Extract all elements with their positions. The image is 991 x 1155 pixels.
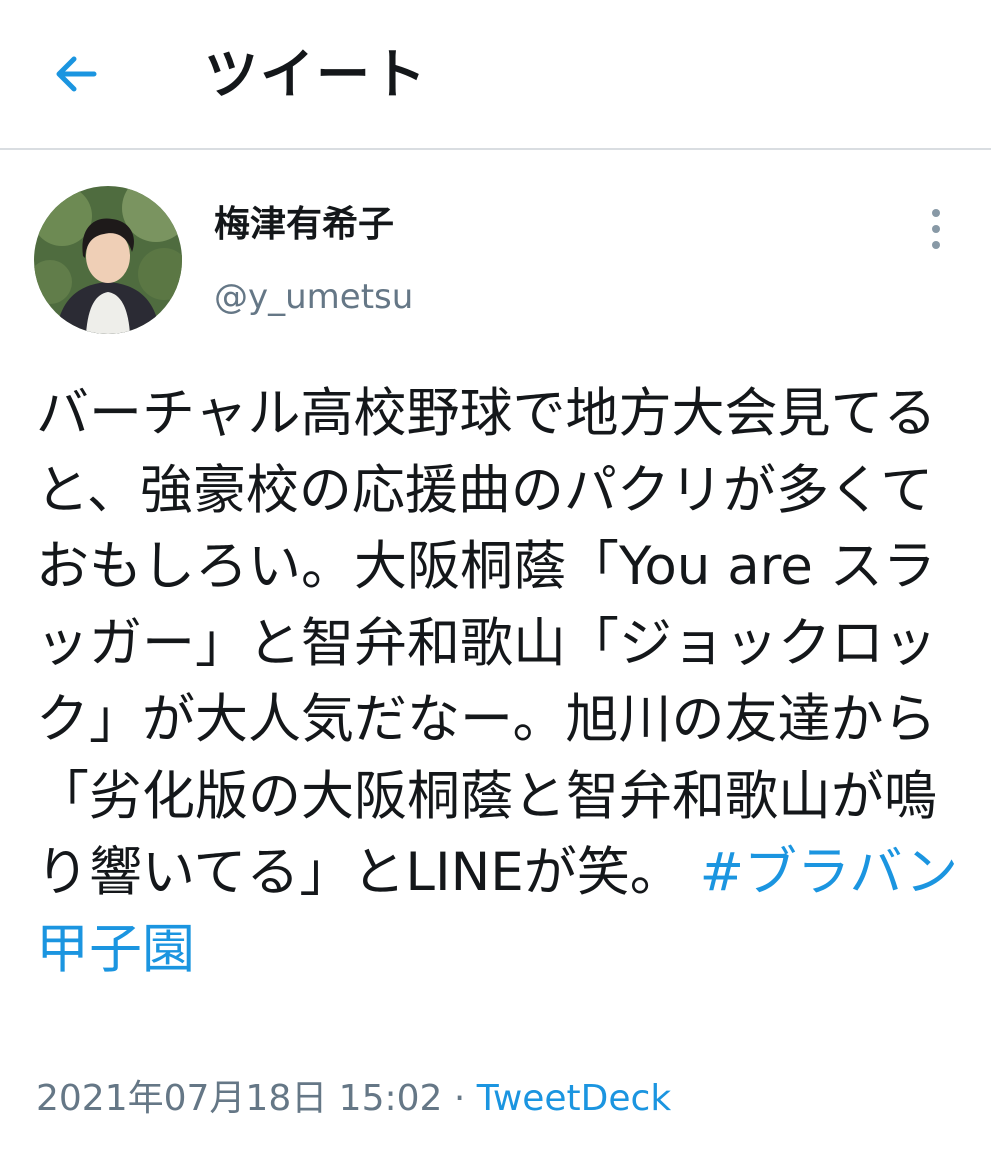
author-avatar[interactable] bbox=[34, 186, 182, 334]
tweet-timestamp: 2021年07月18日 15:02 bbox=[36, 1078, 443, 1119]
more-options-button[interactable] bbox=[916, 204, 956, 254]
author-display-name[interactable]: 梅津有希子 bbox=[214, 200, 394, 250]
more-vertical-icon bbox=[932, 209, 940, 217]
author-handle[interactable]: @y_umetsu bbox=[214, 272, 413, 322]
page-title: ツイート bbox=[204, 43, 428, 106]
arrow-left-icon bbox=[52, 50, 100, 102]
tweet-body: バーチャル高校野球で地方大会見てると、強豪校の応援曲のパクリが多くておもしろい。… bbox=[36, 376, 966, 988]
tweet-text: バーチャル高校野球で地方大会見てると、強豪校の応援曲のパクリが多くておもしろい。… bbox=[36, 383, 937, 903]
top-app-bar: ツイート bbox=[0, 0, 991, 150]
back-button[interactable] bbox=[44, 44, 108, 108]
tweet-source-link[interactable]: TweetDeck bbox=[477, 1078, 671, 1119]
meta-separator: · bbox=[442, 1078, 477, 1119]
tweet-metadata: 2021年07月18日 15:02 · TweetDeck bbox=[36, 1074, 671, 1124]
